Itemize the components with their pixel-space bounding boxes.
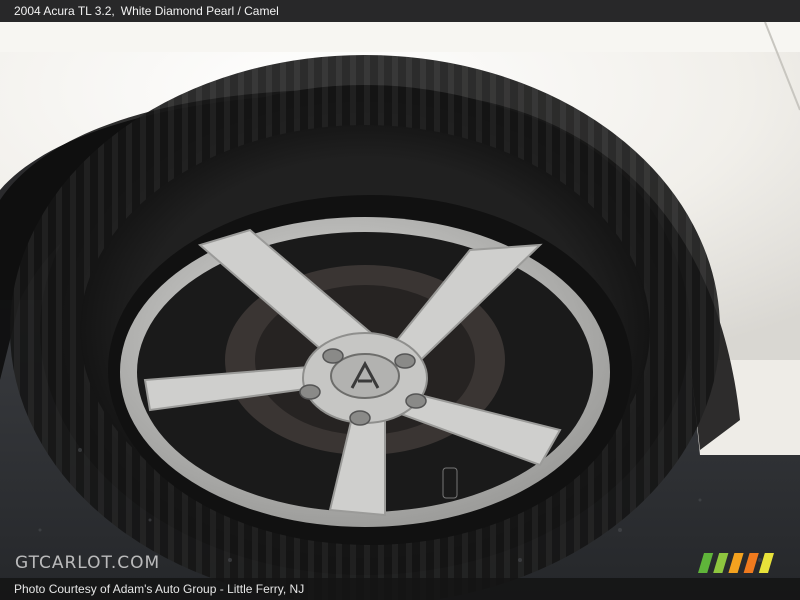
photo-title-bar: 2004 Acura TL 3.2, White Diamond Pearl / … [0, 0, 800, 22]
photo-credit: Photo Courtesy of Adam's Auto Group - Li… [14, 582, 305, 596]
photo-credit-bar: Photo Courtesy of Adam's Auto Group - Li… [0, 578, 800, 600]
stripe-segment [758, 553, 774, 573]
stripe-segment [743, 553, 759, 573]
stripe-segment [713, 553, 729, 573]
vehicle-color: White Diamond Pearl / Camel [120, 4, 279, 18]
gtcarlot-stripes-logo-icon [698, 553, 774, 573]
car-wheel-photo [0, 21, 800, 600]
vehicle-title: 2004 Acura TL 3.2, [14, 4, 115, 18]
stripe-segment [728, 553, 744, 573]
stripe-segment [698, 553, 714, 573]
gtcarlot-watermark: GTCARLOT.COM [15, 553, 161, 573]
